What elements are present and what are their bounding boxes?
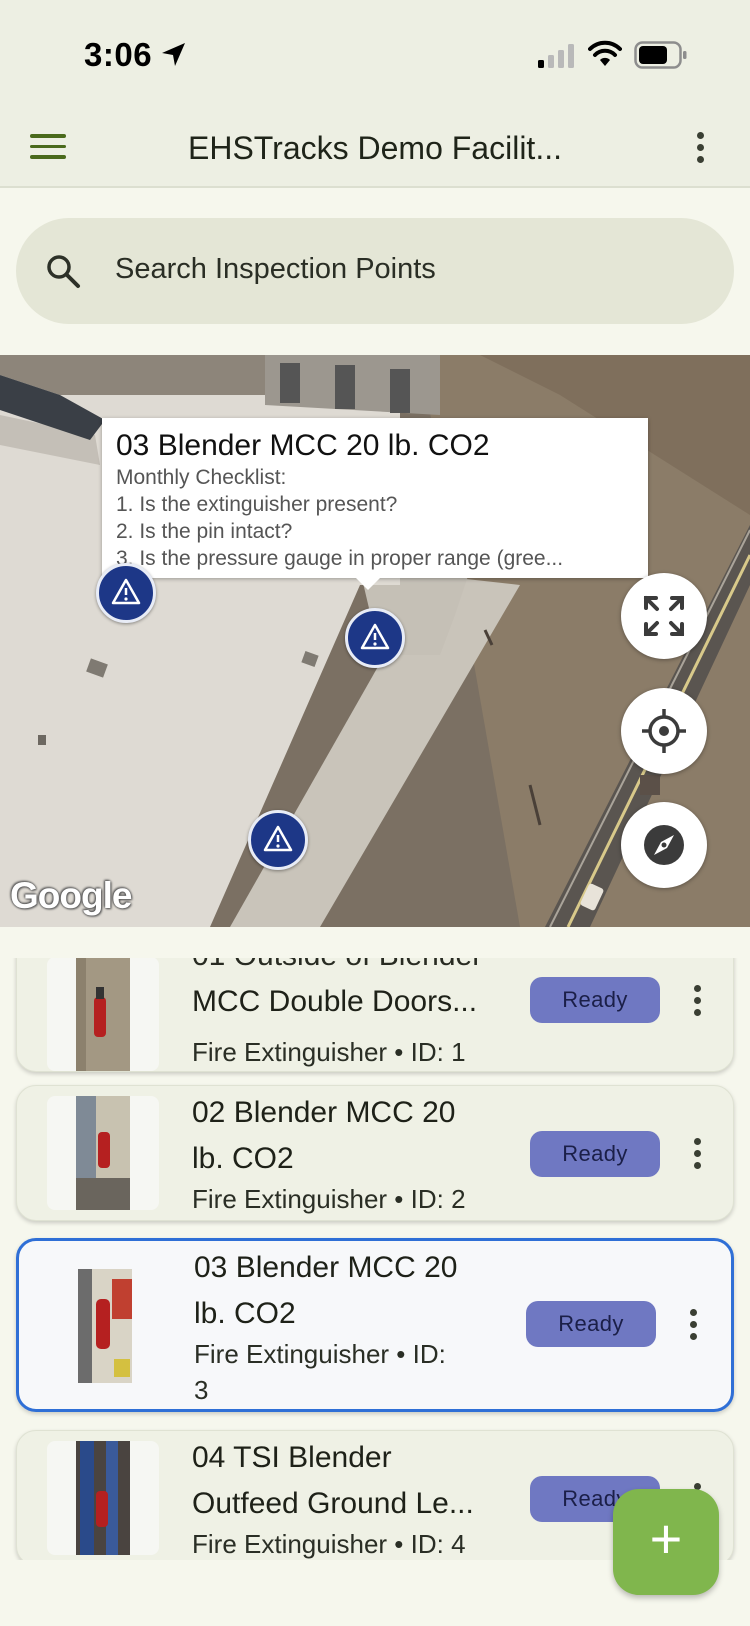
more-options-icon[interactable]	[694, 985, 702, 1019]
more-options-icon[interactable]	[697, 132, 705, 166]
item-title: lb. CO2	[194, 1297, 296, 1330]
status-bar: 3:06	[0, 0, 750, 112]
page-title: EHSTracks Demo Facilit...	[188, 130, 562, 166]
item-title: 04 TSI Blender	[192, 1441, 392, 1474]
item-subtitle: 3	[194, 1375, 209, 1405]
item-title: MCC Double Doors...	[192, 985, 478, 1018]
fullscreen-button[interactable]	[621, 573, 707, 659]
info-window-line: Monthly Checklist:	[116, 466, 287, 489]
compass-button[interactable]	[621, 802, 707, 888]
location-arrow-icon	[162, 43, 185, 66]
search-bar[interactable]: Search Inspection Points	[16, 218, 734, 324]
info-window-line: 1. Is the extinguisher present?	[116, 493, 398, 516]
warning-triangle-icon	[360, 623, 390, 650]
status-time: 3:06	[84, 36, 153, 73]
info-window-line: 2. Is the pin intact?	[116, 520, 293, 543]
battery-icon	[634, 41, 687, 69]
search-input[interactable]: Search Inspection Points	[115, 253, 436, 286]
map-marker-warning[interactable]	[248, 810, 308, 870]
warning-triangle-icon	[111, 578, 141, 605]
item-subtitle: Fire Extinguisher • ID: 1	[192, 1037, 466, 1067]
item-thumbnail	[47, 1096, 159, 1210]
info-window-title: 03 Blender MCC 20 lb. CO2	[116, 429, 490, 462]
list-item-selected[interactable]: 03 Blender MCC 20 lb. CO2 Fire Extinguis…	[16, 1238, 734, 1412]
item-thumbnail	[49, 1269, 161, 1383]
wifi-icon	[588, 40, 622, 66]
compass-icon	[644, 825, 684, 865]
map-marker-warning[interactable]	[345, 608, 405, 668]
status-badge[interactable]: Ready	[526, 1301, 656, 1347]
info-window-line: 3. Is the pressure gauge in proper range…	[116, 547, 564, 570]
cellular-signal-icon	[538, 44, 574, 68]
item-title: 03 Blender MCC 20	[194, 1251, 458, 1284]
item-subtitle: Fire Extinguisher • ID: 4	[192, 1529, 466, 1559]
status-badge[interactable]: Ready	[530, 977, 660, 1023]
item-thumbnail	[47, 958, 159, 1071]
search-icon	[47, 255, 80, 288]
status-badge[interactable]: Ready	[530, 1131, 660, 1177]
warning-triangle-icon	[263, 825, 293, 852]
info-window[interactable]: 03 Blender MCC 20 lb. CO2 Monthly Checkl…	[102, 418, 648, 590]
app-bar: EHSTracks Demo Facilit...	[0, 112, 750, 188]
item-subtitle: Fire Extinguisher • ID: 2	[192, 1184, 466, 1214]
more-options-icon[interactable]	[694, 1138, 702, 1172]
item-subtitle: Fire Extinguisher • ID:	[194, 1339, 446, 1369]
inspection-point-list: 01 Outside of Blender MCC Double Doors..…	[0, 958, 750, 1560]
add-inspection-point-button[interactable]: +	[613, 1489, 719, 1595]
fullscreen-icon	[644, 596, 684, 636]
item-title: 02 Blender MCC 20	[192, 1096, 456, 1129]
item-title: lb. CO2	[192, 1142, 294, 1175]
list-item[interactable]: 02 Blender MCC 20 lb. CO2 Fire Extinguis…	[16, 1085, 734, 1221]
hamburger-menu-icon[interactable]	[30, 134, 66, 164]
map-marker-warning[interactable]	[96, 563, 156, 623]
item-thumbnail	[47, 1441, 159, 1555]
map-view[interactable]: 03 Blender MCC 20 lb. CO2 Monthly Checkl…	[0, 355, 750, 927]
list-item[interactable]: 01 Outside of Blender MCC Double Doors..…	[16, 958, 734, 1072]
google-attribution: Google	[10, 875, 132, 916]
my-location-button[interactable]	[621, 688, 707, 774]
more-options-icon[interactable]	[690, 1309, 698, 1343]
crosshair-icon	[642, 709, 686, 753]
item-title: 01 Outside of Blender	[192, 958, 482, 979]
item-title: Outfeed Ground Le...	[192, 1487, 474, 1520]
